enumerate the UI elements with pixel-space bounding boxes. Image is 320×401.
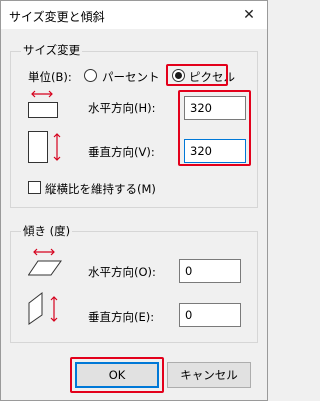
close-button[interactable]: ✕: [236, 5, 262, 25]
pixel-label[interactable]: ピクセル: [189, 69, 235, 85]
ok-button[interactable]: OK: [75, 362, 159, 388]
percent-label[interactable]: パーセント: [102, 69, 160, 85]
resize-skew-dialog: サイズ変更と傾斜 ✕ サイズ変更 単位(B): パーセント ピクセル 水平方向(…: [0, 0, 268, 401]
vertical-size-label: 垂直方向(V):: [88, 145, 155, 159]
skew-group-label: 傾き (度): [21, 223, 73, 239]
horizontal-skew-label: 水平方向(O):: [88, 265, 156, 279]
horizontal-size-label: 水平方向(H):: [88, 101, 156, 115]
resize-group-label: サイズ変更: [21, 42, 83, 58]
vertical-size-input[interactable]: [184, 139, 246, 163]
vertical-skew-label: 垂直方向(E):: [88, 310, 155, 324]
horizontal-size-input[interactable]: [184, 96, 246, 120]
horizontal-skew-input[interactable]: [179, 259, 241, 283]
keep-aspect-label[interactable]: 縦横比を維持する(M): [45, 181, 156, 197]
keep-aspect-checkbox[interactable]: [28, 181, 41, 194]
title-bar: サイズ変更と傾斜 ✕: [1, 1, 267, 29]
unit-label: 単位(B):: [28, 70, 72, 84]
horizontal-skew-icon: [28, 248, 62, 276]
window-title: サイズ変更と傾斜: [9, 10, 105, 24]
horizontal-resize-icon: [28, 90, 58, 118]
pixel-radio[interactable]: [172, 69, 185, 82]
cancel-button[interactable]: キャンセル: [167, 362, 251, 388]
vertical-skew-input[interactable]: [179, 303, 241, 327]
vertical-resize-icon: [28, 131, 61, 163]
percent-radio[interactable]: [84, 69, 97, 82]
vertical-skew-icon: [28, 291, 58, 325]
